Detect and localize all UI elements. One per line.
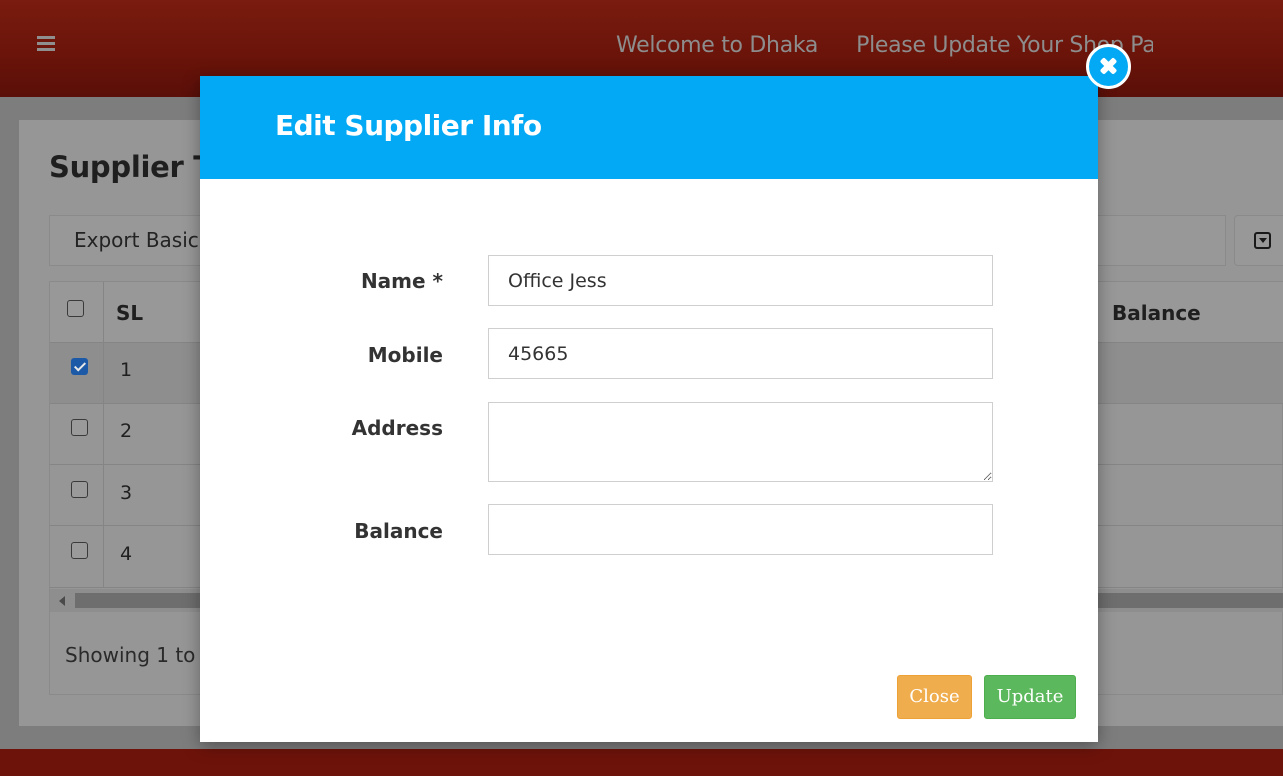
- modal-close-icon[interactable]: [1086, 44, 1131, 89]
- row-sl: 1: [120, 359, 133, 381]
- scroll-left-arrow-icon[interactable]: [59, 596, 65, 606]
- modal-header: Edit Supplier Info: [200, 76, 1098, 179]
- footer-bar: [0, 749, 1283, 776]
- column-header-sl[interactable]: SL: [116, 301, 143, 325]
- row-sl: 3: [120, 482, 133, 504]
- table-info-text: Showing 1 to 4: [65, 643, 215, 667]
- marquee-text-welcome: Welcome to Dhaka: [616, 33, 819, 58]
- modal-title: Edit Supplier Info: [275, 109, 542, 142]
- edit-supplier-modal: Edit Supplier Info Name * Mobile Address…: [200, 76, 1098, 742]
- row-checkbox[interactable]: [71, 358, 88, 375]
- mobile-field[interactable]: [488, 328, 993, 379]
- balance-label: Balance: [354, 519, 443, 543]
- column-divider: [103, 282, 104, 588]
- row-sl: 4: [120, 543, 133, 565]
- caret-square-down-icon: [1254, 232, 1271, 249]
- close-button[interactable]: Close: [897, 675, 972, 719]
- address-label: Address: [351, 416, 443, 440]
- row-checkbox[interactable]: [71, 419, 88, 436]
- mobile-label: Mobile: [367, 343, 443, 367]
- name-field[interactable]: [488, 255, 993, 306]
- name-label: Name *: [360, 269, 443, 293]
- column-header-balance[interactable]: Balance: [1112, 301, 1201, 325]
- column-toggle-button[interactable]: [1234, 215, 1283, 266]
- row-checkbox[interactable]: [71, 542, 88, 559]
- address-field[interactable]: [488, 402, 993, 482]
- select-all-checkbox[interactable]: [67, 300, 84, 317]
- row-sl: 2: [120, 420, 133, 442]
- balance-field[interactable]: [488, 504, 993, 555]
- row-checkbox[interactable]: [71, 481, 88, 498]
- export-basic-button[interactable]: Export Basic: [74, 228, 199, 252]
- hamburger-menu-icon[interactable]: [37, 36, 55, 51]
- update-button[interactable]: Update: [984, 675, 1076, 719]
- announcement-marquee: Welcome to Dhaka Please Update Your Shop …: [616, 30, 1153, 62]
